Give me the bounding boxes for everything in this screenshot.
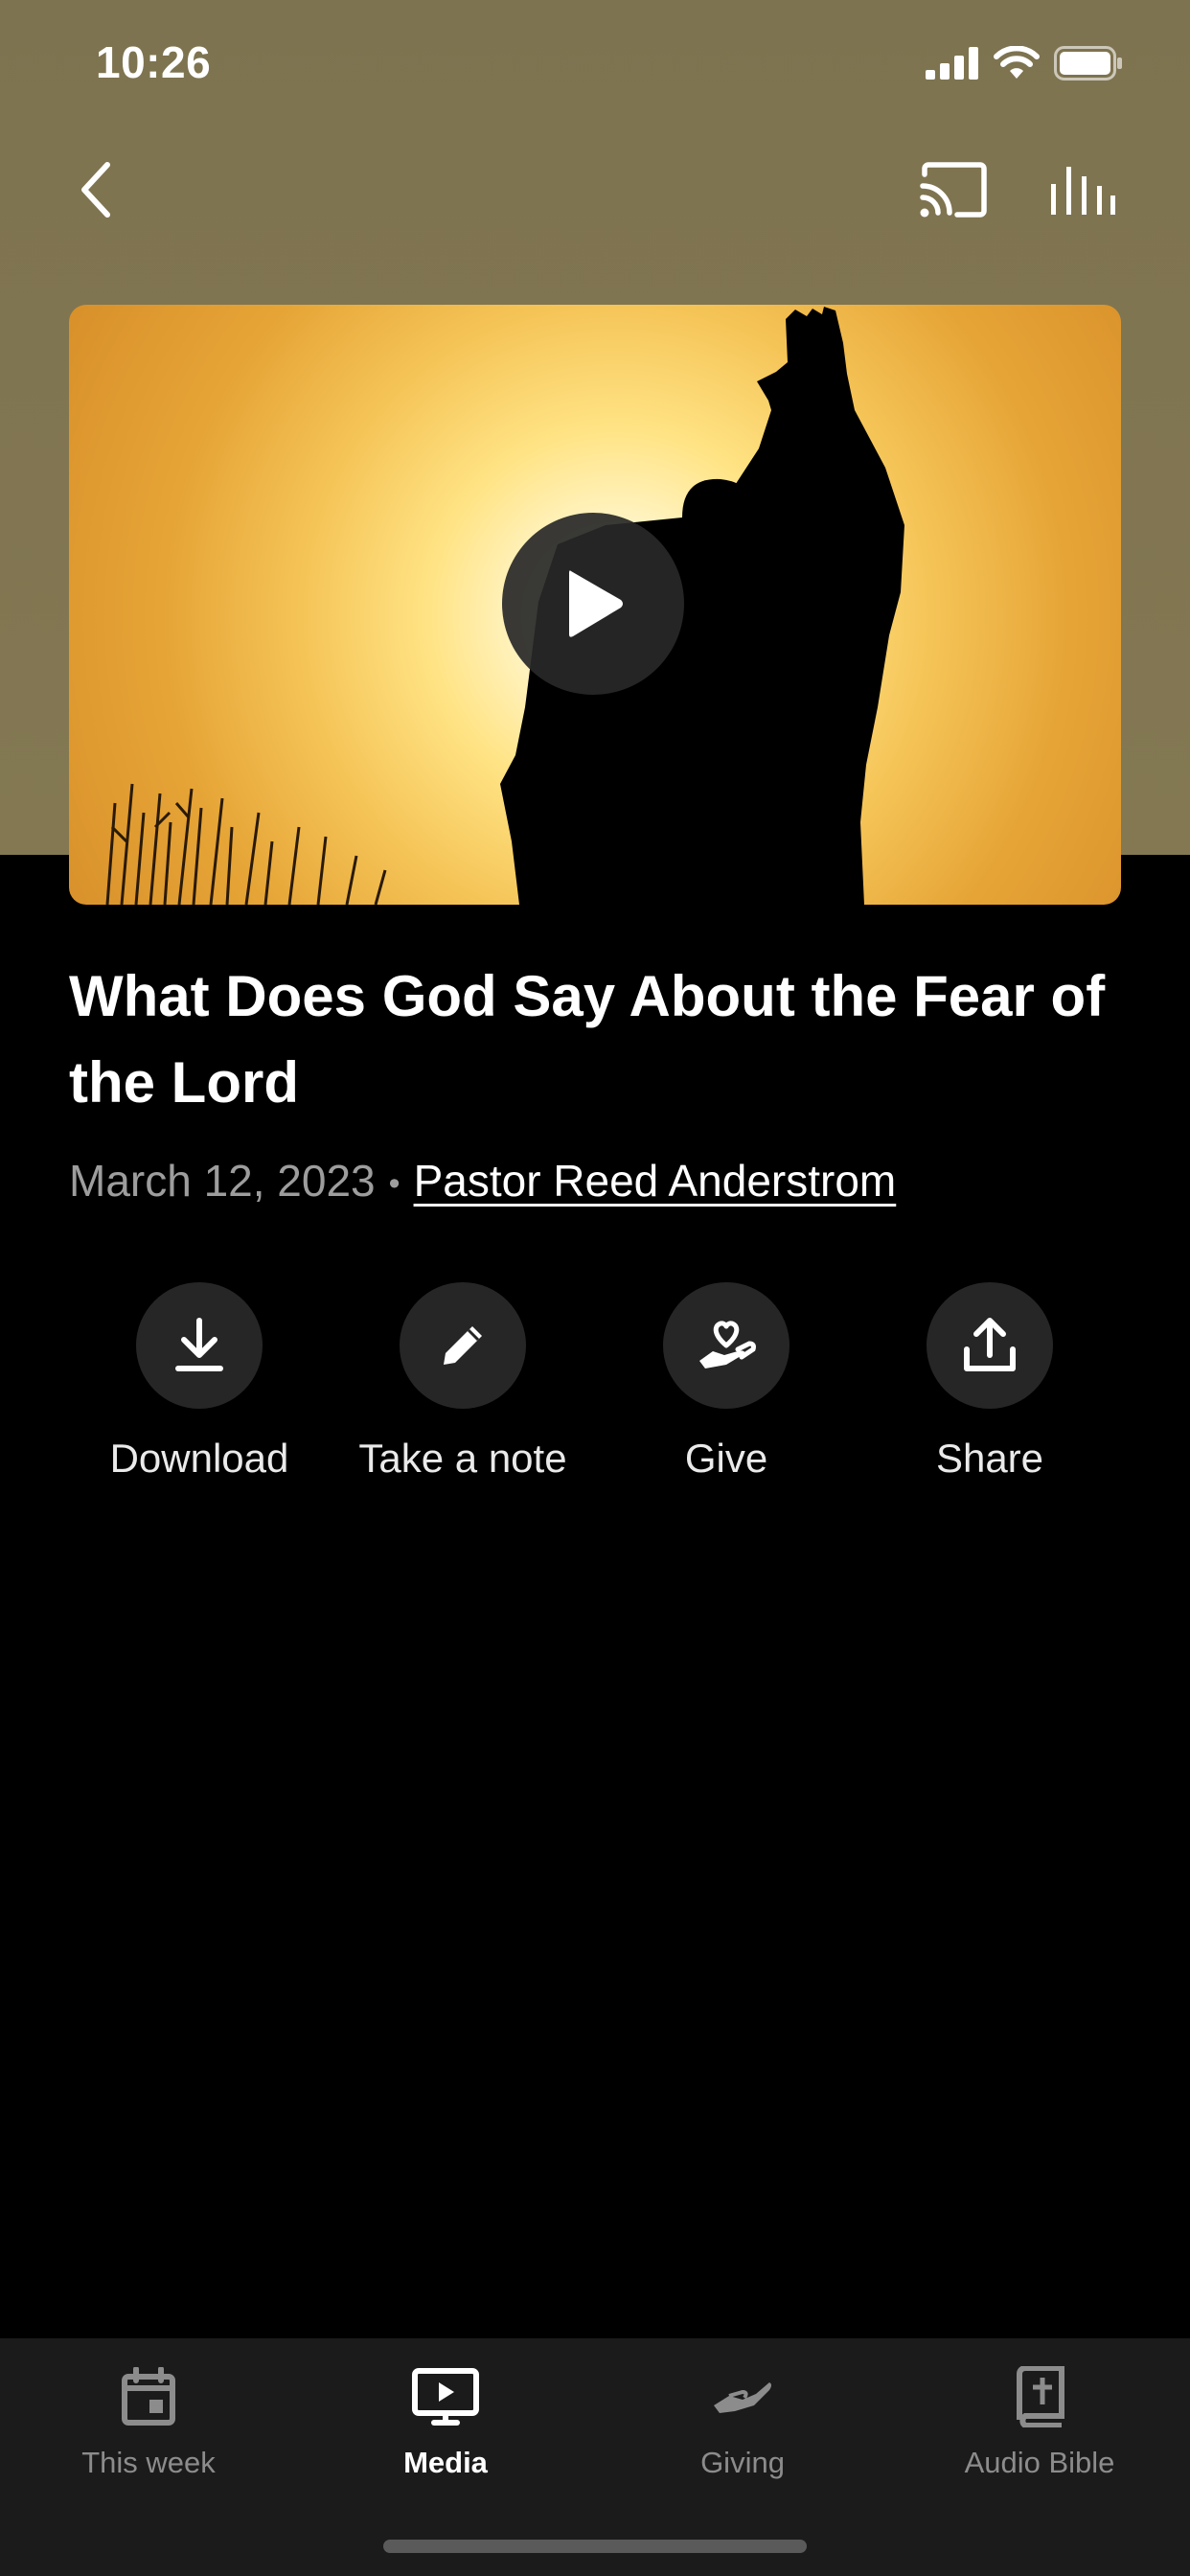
audio-button[interactable]: [1040, 144, 1126, 235]
download-button[interactable]: Download: [65, 1282, 333, 1482]
cellular-signal-icon: [926, 47, 978, 80]
battery-icon: [1054, 46, 1122, 80]
giving-hand-icon: [714, 2382, 771, 2413]
calendar-icon: [122, 2367, 175, 2426]
share-button[interactable]: Share: [856, 1282, 1124, 1482]
tab-media[interactable]: Media: [297, 2358, 594, 2480]
tab-this-week[interactable]: This week: [0, 2358, 297, 2480]
download-label: Download: [109, 1436, 289, 1481]
give-circle: [663, 1282, 790, 1409]
take-note-circle: [400, 1282, 526, 1409]
download-icon: [175, 1318, 223, 1371]
share-icon: [964, 1318, 1016, 1371]
cast-icon: [920, 161, 987, 218]
play-button[interactable]: [502, 513, 684, 695]
wifi-icon: [994, 46, 1040, 79]
status-bar: 10:26: [0, 0, 1190, 134]
share-label: Share: [935, 1436, 1044, 1481]
cast-button[interactable]: [910, 144, 996, 235]
pencil-icon: [444, 1326, 482, 1365]
action-row: Download Take a note Give Share: [0, 1282, 1190, 1512]
back-button[interactable]: [57, 144, 134, 235]
sermon-date: March 12, 2023: [69, 1156, 376, 1206]
tab-giving-label: Giving: [700, 2446, 785, 2479]
take-note-label: Take a note: [358, 1436, 567, 1481]
meta-separator: •: [388, 1165, 400, 1203]
download-circle: [136, 1282, 263, 1409]
tab-this-week-label: This week: [81, 2446, 216, 2479]
give-button[interactable]: Give: [592, 1282, 860, 1482]
status-time: 10:26: [96, 37, 212, 87]
give-label: Give: [684, 1436, 768, 1481]
tab-audio-bible-label: Audio Bible: [964, 2446, 1115, 2479]
hand-heart-icon: [699, 1321, 756, 1368]
home-indicator[interactable]: [383, 2540, 807, 2553]
top-navigation: [0, 144, 1190, 240]
tab-media-label: Media: [403, 2446, 488, 2479]
chevron-left-icon: [81, 161, 110, 218]
status-icons: [926, 46, 1123, 80]
sermon-meta: March 12, 2023 • Pastor Reed Anderstrom: [69, 1155, 896, 1207]
monitor-play-icon: [412, 2368, 479, 2426]
tab-audio-bible[interactable]: Audio Bible: [891, 2358, 1188, 2480]
author-link[interactable]: Pastor Reed Anderstrom: [414, 1156, 897, 1206]
share-circle: [927, 1282, 1053, 1409]
tab-giving[interactable]: Giving: [594, 2358, 891, 2480]
audio-bars-icon: [1051, 166, 1115, 215]
bible-icon: [1017, 2366, 1064, 2427]
take-note-button[interactable]: Take a note: [329, 1282, 597, 1482]
sermon-title: What Does God Say About the Fear of the …: [69, 964, 1106, 1115]
grass-illustration: [105, 783, 387, 905]
play-icon: [569, 570, 623, 637]
